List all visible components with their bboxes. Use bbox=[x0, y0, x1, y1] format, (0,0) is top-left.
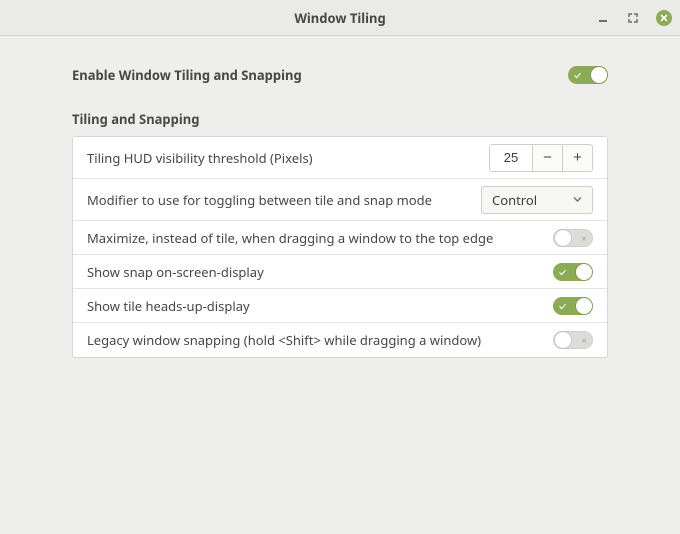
content-area: Enable Window Tiling and Snapping ✓ Tili… bbox=[0, 36, 680, 388]
enable-tiling-label: Enable Window Tiling and Snapping bbox=[72, 66, 302, 84]
minimize-button[interactable] bbox=[596, 11, 610, 25]
maximize-top-label: Maximize, instead of tile, when dragging… bbox=[87, 229, 493, 247]
legacy-snap-row: Legacy window snapping (hold <Shift> whi… bbox=[73, 323, 607, 357]
settings-panel: Tiling HUD visibility threshold (Pixels)… bbox=[72, 136, 608, 358]
tile-hud-toggle[interactable]: ✓ bbox=[553, 297, 593, 315]
snap-osd-row: Show snap on-screen-display ✓ bbox=[73, 255, 607, 289]
window-controls bbox=[596, 0, 672, 35]
modifier-value: Control bbox=[492, 191, 537, 209]
maximize-icon bbox=[628, 13, 638, 23]
maximize-top-toggle[interactable]: × bbox=[553, 229, 593, 247]
window-title: Window Tiling bbox=[294, 9, 385, 27]
close-button[interactable] bbox=[656, 10, 672, 26]
modifier-dropdown[interactable]: Control bbox=[481, 186, 593, 214]
hud-threshold-decrement[interactable]: − bbox=[532, 145, 562, 171]
close-icon bbox=[660, 14, 668, 22]
hud-threshold-row: Tiling HUD visibility threshold (Pixels)… bbox=[73, 137, 607, 179]
chevron-down-icon bbox=[573, 197, 582, 202]
tile-hud-label: Show tile heads-up-display bbox=[87, 297, 250, 315]
minimize-icon bbox=[598, 13, 608, 23]
snap-osd-toggle[interactable]: ✓ bbox=[553, 263, 593, 281]
tile-hud-row: Show tile heads-up-display ✓ bbox=[73, 289, 607, 323]
modifier-row: Modifier to use for toggling between til… bbox=[73, 179, 607, 221]
hud-threshold-increment[interactable]: + bbox=[562, 145, 592, 171]
hud-threshold-label: Tiling HUD visibility threshold (Pixels) bbox=[87, 149, 313, 167]
titlebar: Window Tiling bbox=[0, 0, 680, 36]
hud-threshold-stepper: − + bbox=[489, 144, 593, 172]
modifier-label: Modifier to use for toggling between til… bbox=[87, 191, 432, 209]
snap-osd-label: Show snap on-screen-display bbox=[87, 263, 264, 281]
hud-threshold-input[interactable] bbox=[490, 145, 532, 171]
enable-tiling-toggle[interactable]: ✓ bbox=[568, 66, 608, 84]
enable-tiling-row: Enable Window Tiling and Snapping ✓ bbox=[72, 66, 608, 84]
legacy-snap-toggle[interactable]: × bbox=[553, 331, 593, 349]
maximize-button[interactable] bbox=[626, 11, 640, 25]
maximize-top-row: Maximize, instead of tile, when dragging… bbox=[73, 221, 607, 255]
section-heading: Tiling and Snapping bbox=[72, 110, 608, 128]
legacy-snap-label: Legacy window snapping (hold <Shift> whi… bbox=[87, 331, 481, 349]
